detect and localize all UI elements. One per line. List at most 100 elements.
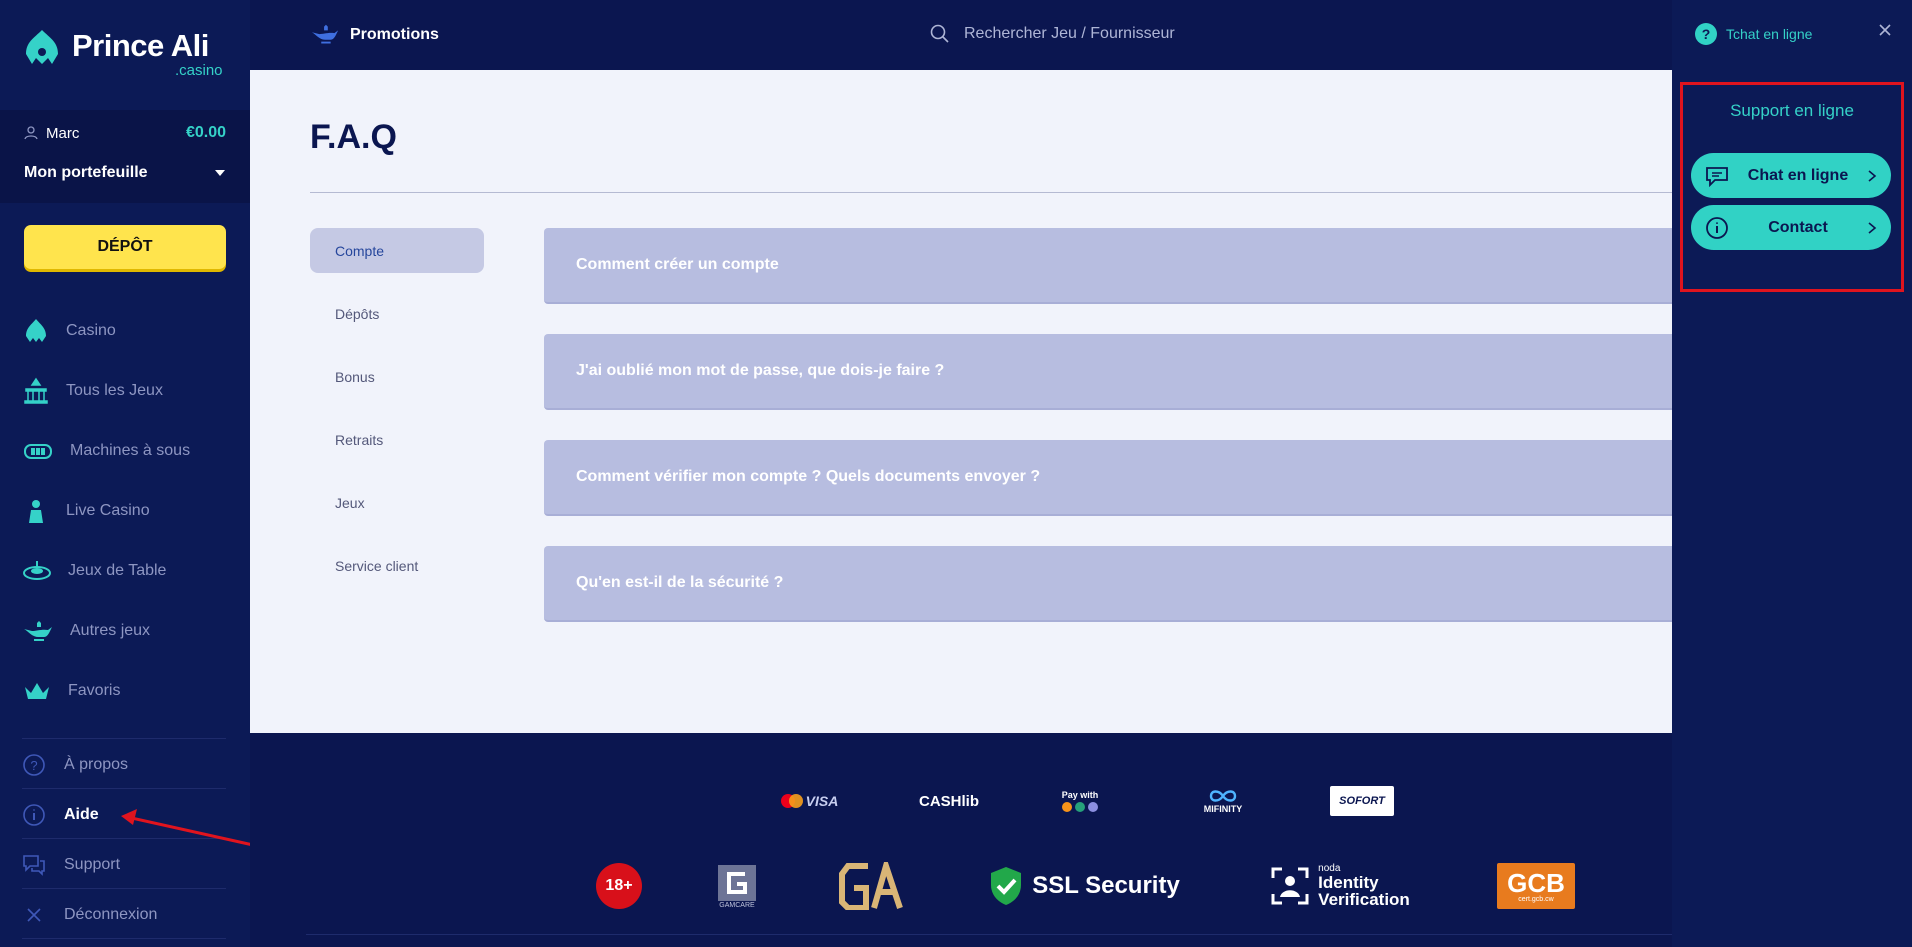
- genie-logo-icon: [26, 30, 58, 64]
- temple-icon: [24, 377, 48, 404]
- sidebar-item-aide[interactable]: Aide: [22, 800, 99, 830]
- noda-identity-badge: noda Identity Verification: [1260, 858, 1420, 914]
- sidebar-item-label: À propos: [64, 756, 129, 773]
- divider: [22, 938, 226, 939]
- crypto-label: Pay with: [1061, 790, 1099, 800]
- chevron-right-icon: [1868, 221, 1877, 234]
- wallet-label: Mon portefeuille: [24, 164, 148, 181]
- sidebar-item-a-propos[interactable]: ? À propos: [22, 750, 128, 780]
- svg-text:?: ?: [30, 758, 37, 773]
- sidebar-item-tous-les-jeux[interactable]: Tous les Jeux: [22, 361, 232, 421]
- payment-methods: VISA CASHlib Pay with MIFINITY SOFORT: [250, 781, 1672, 821]
- faq-question[interactable]: J'ai oublié mon mot de passe, que dois-j…: [544, 334, 1672, 410]
- chat-bubble-icon: [1706, 166, 1728, 187]
- user-name-text: Marc: [46, 124, 80, 142]
- sidebar-item-label: Casino: [66, 322, 116, 339]
- gamcare-badge: GAMCARE: [712, 858, 762, 914]
- sidebar-item-label: Favoris: [68, 682, 121, 699]
- support-box: Support en ligne Chat en ligne Contact: [1680, 82, 1904, 292]
- gamcare-icon: [718, 864, 756, 901]
- sidebar-item-label: Live Casino: [66, 502, 150, 519]
- category-depots[interactable]: Dépôts: [310, 291, 484, 336]
- wallet-dropdown[interactable]: Mon portefeuille: [24, 164, 226, 182]
- chat-button-label: Chat en ligne: [1747, 166, 1849, 184]
- contact-button-label: Contact: [1768, 218, 1828, 236]
- svg-text:?: ?: [1702, 26, 1711, 42]
- user-row: Marc €0.00: [24, 122, 226, 144]
- sidebar-item-label: Aide: [64, 806, 99, 823]
- shield-check-icon: [991, 867, 1022, 905]
- sidebar-item-label: Tous les Jeux: [66, 382, 163, 399]
- chevron-down-icon: [215, 170, 225, 176]
- logo[interactable]: Prince Ali .casino: [22, 24, 232, 79]
- age-18-badge: 18+: [594, 858, 644, 914]
- info-circle-icon: [1706, 216, 1728, 239]
- sidebar-item-live-casino[interactable]: Live Casino: [22, 481, 232, 541]
- sidebar-item-deconnexion[interactable]: Déconnexion: [22, 900, 157, 930]
- category-compte[interactable]: Compte: [310, 228, 484, 273]
- search-box[interactable]: Rechercher Jeu / Fournisseur: [930, 24, 1175, 44]
- faq-question[interactable]: Qu'en est-il de la sécurité ?: [544, 546, 1672, 622]
- divider: [22, 738, 226, 739]
- sidebar-item-casino[interactable]: Casino: [22, 301, 232, 361]
- gcb-logo: GCB cert.gcb.cw: [1497, 863, 1575, 909]
- category-bonus[interactable]: Bonus: [310, 354, 484, 399]
- ssl-security-badge: SSL Security: [984, 858, 1184, 914]
- balance: €0.00: [185, 124, 226, 141]
- crypto-logo: Pay with: [1050, 781, 1110, 821]
- brand-sub: .casino: [175, 62, 223, 79]
- page-title: F.A.Q: [310, 118, 397, 156]
- faq-question[interactable]: Comment créer un compte: [544, 228, 1672, 304]
- gcb-badge: GCB cert.gcb.cw: [1496, 858, 1576, 914]
- support-panel: ? Tchat en ligne Support en ligne Chat e…: [1672, 0, 1912, 947]
- user-name[interactable]: Marc: [24, 125, 79, 142]
- question-circle-icon: ?: [23, 754, 45, 776]
- user-box: Marc €0.00 Mon portefeuille: [0, 110, 250, 203]
- divider: [306, 934, 1672, 935]
- sidebar-item-label: Jeux de Table: [68, 562, 167, 579]
- sidebar-item-label: Déconnexion: [64, 906, 158, 923]
- chat-button[interactable]: Chat en ligne: [1691, 153, 1891, 198]
- mastercard-icon: [780, 794, 803, 808]
- ssl-label: SSL Security: [1032, 872, 1180, 899]
- visa-logo: VISA: [774, 781, 844, 821]
- crown-icon: [25, 683, 49, 699]
- identity-scan-icon: [1271, 867, 1309, 905]
- close-panel-button[interactable]: [1878, 20, 1892, 43]
- footer: VISA CASHlib Pay with MIFINITY SOFORT 18…: [250, 733, 1672, 947]
- lamp-icon: [24, 621, 52, 641]
- sidebar-item-favoris[interactable]: Favoris: [22, 661, 232, 721]
- close-icon: [27, 908, 41, 922]
- sidebar-item-machines-a-sous[interactable]: Machines à sous: [22, 421, 232, 481]
- deposit-button[interactable]: DÉPÔT: [24, 225, 226, 269]
- contact-button[interactable]: Contact: [1691, 205, 1891, 250]
- sidebar-item-label: Machines à sous: [70, 442, 191, 459]
- faq-page: F.A.Q Compte Dépôts Bonus Retraits Jeux …: [250, 70, 1672, 733]
- faq-categories: Compte Dépôts Bonus Retraits Jeux Servic…: [310, 228, 484, 606]
- category-retraits[interactable]: Retraits: [310, 417, 484, 462]
- noda-text: noda Identity Verification: [1318, 863, 1410, 909]
- divider: [310, 192, 1672, 193]
- gambling-authority-icon: [839, 862, 903, 910]
- sidebar-item-support[interactable]: Support: [22, 850, 120, 880]
- sidebar-item-jeux-de-table[interactable]: Jeux de Table: [22, 541, 232, 601]
- promotions-link[interactable]: Promotions: [310, 24, 439, 46]
- faq-question[interactable]: Comment vérifier mon compte ? Quels docu…: [544, 440, 1672, 516]
- faq-questions: Comment créer un compte J'ai oublié mon …: [544, 228, 1672, 652]
- slot-machine-icon: [24, 444, 52, 459]
- category-service-client[interactable]: Service client: [310, 543, 484, 588]
- sidebar-item-label: Autres jeux: [70, 622, 151, 639]
- age-18-label: 18+: [596, 863, 642, 909]
- info-circle-icon: [23, 804, 45, 826]
- category-jeux[interactable]: Jeux: [310, 480, 484, 525]
- sidebar-item-autres-jeux[interactable]: Autres jeux: [22, 601, 232, 661]
- sidebar-nav: Casino Tous les Jeux Machines à sous Liv…: [22, 301, 232, 721]
- roulette-icon: [23, 561, 51, 580]
- trust-badges: 18+ GAMCARE SSL Security noda Identity V…: [250, 858, 1672, 914]
- ga-badge: [836, 858, 906, 914]
- sidebar-item-label: Support: [64, 856, 121, 873]
- crypto-coins: [1062, 802, 1098, 812]
- divider: [22, 888, 226, 889]
- panel-header-title: Tchat en ligne: [1726, 26, 1813, 42]
- promotions-label: Promotions: [350, 26, 439, 43]
